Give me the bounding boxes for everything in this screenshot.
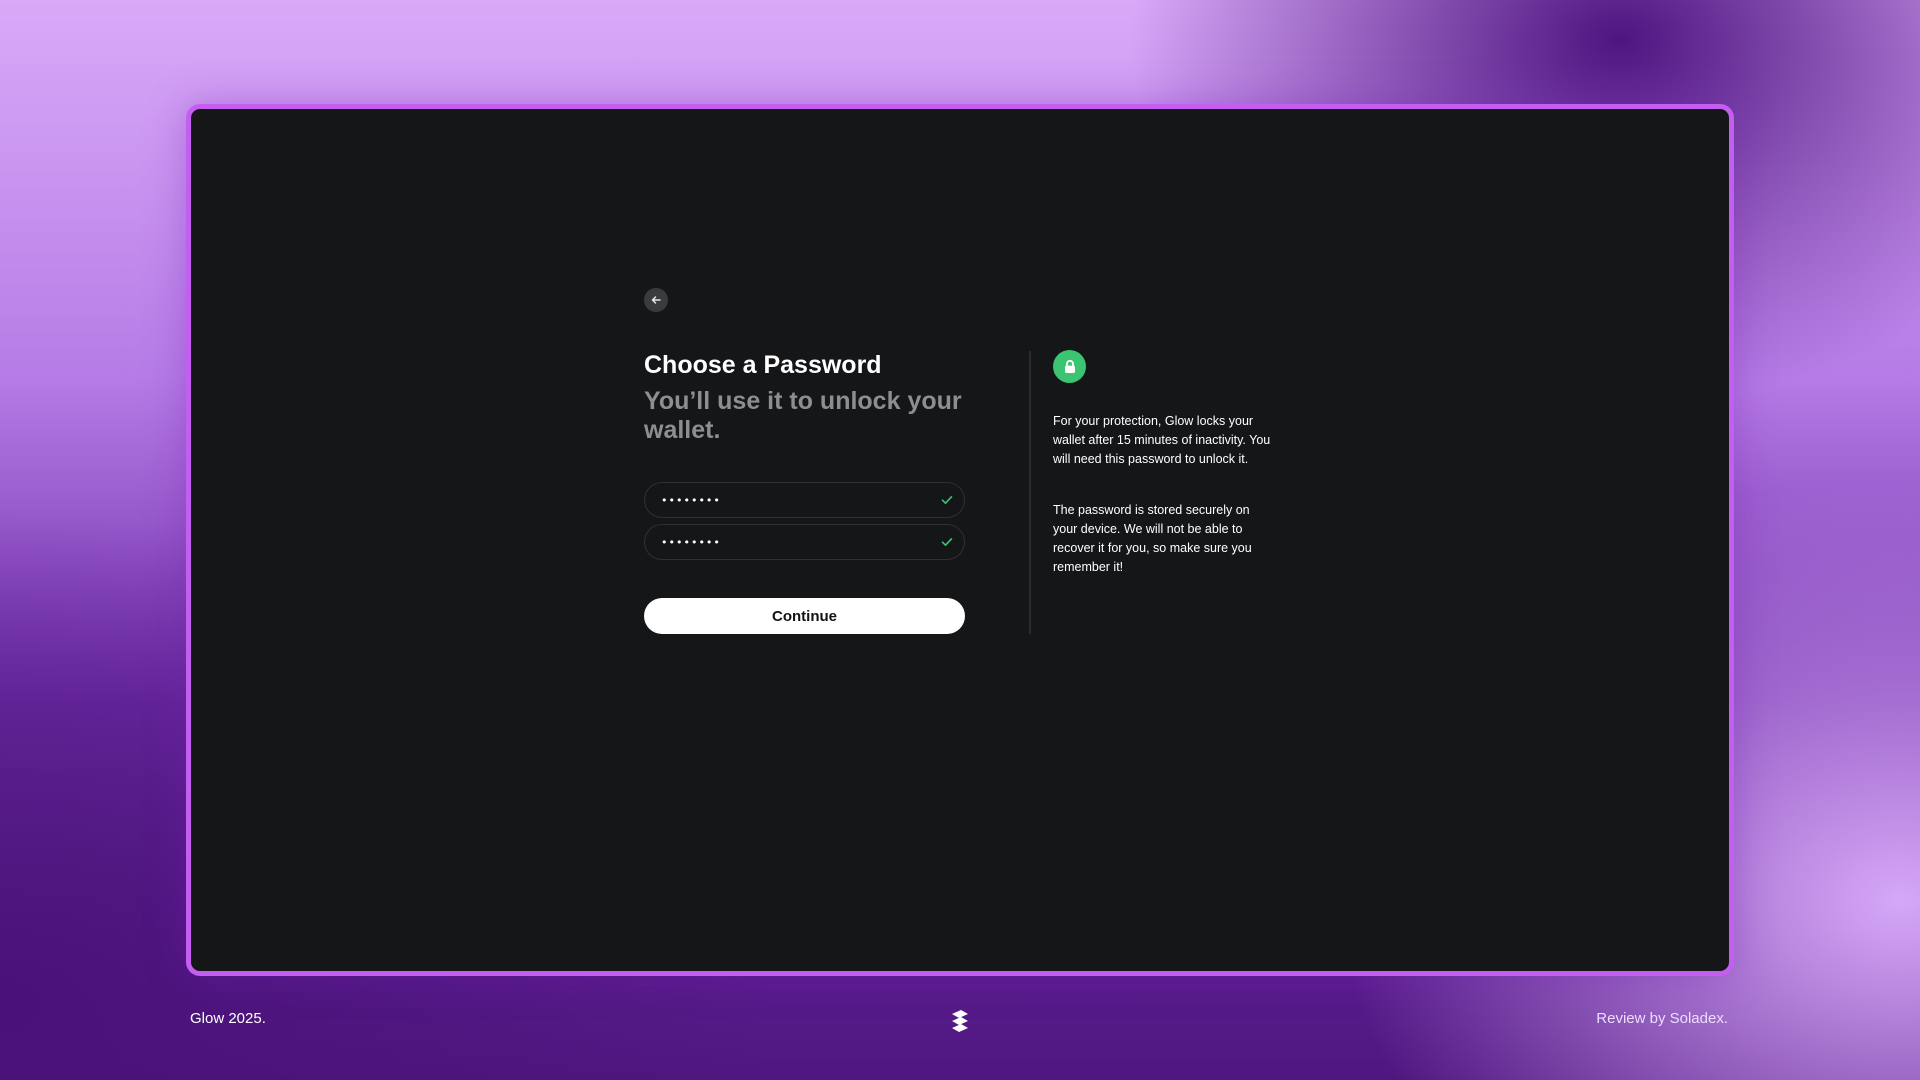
page-subtitle: You’ll use it to unlock your wallet. xyxy=(644,387,962,444)
confirm-password-input[interactable] xyxy=(661,535,940,549)
soladex-logo-icon xyxy=(952,1010,968,1032)
check-icon xyxy=(940,493,954,507)
password-field[interactable] xyxy=(644,482,965,518)
info-paragraph-storage: The password is stored securely on your … xyxy=(1053,503,1252,574)
app-window: Choose a Password You’ll use it to unloc… xyxy=(186,104,1734,976)
info-paragraph-protection: For your protection, Glow locks your wal… xyxy=(1053,414,1271,466)
page-title: Choose a Password xyxy=(644,351,882,379)
check-icon xyxy=(940,535,954,549)
arrow-left-icon xyxy=(651,296,661,304)
lock-icon xyxy=(1053,350,1086,383)
continue-button[interactable]: Continue xyxy=(644,598,965,634)
vertical-divider xyxy=(1029,351,1031,634)
back-button[interactable] xyxy=(644,288,668,312)
confirm-password-field[interactable] xyxy=(644,524,965,560)
footer-credit: Review by Soladex. xyxy=(1596,1010,1728,1027)
footer-copyright: Glow 2025. xyxy=(190,1010,266,1027)
password-input[interactable] xyxy=(661,493,940,507)
